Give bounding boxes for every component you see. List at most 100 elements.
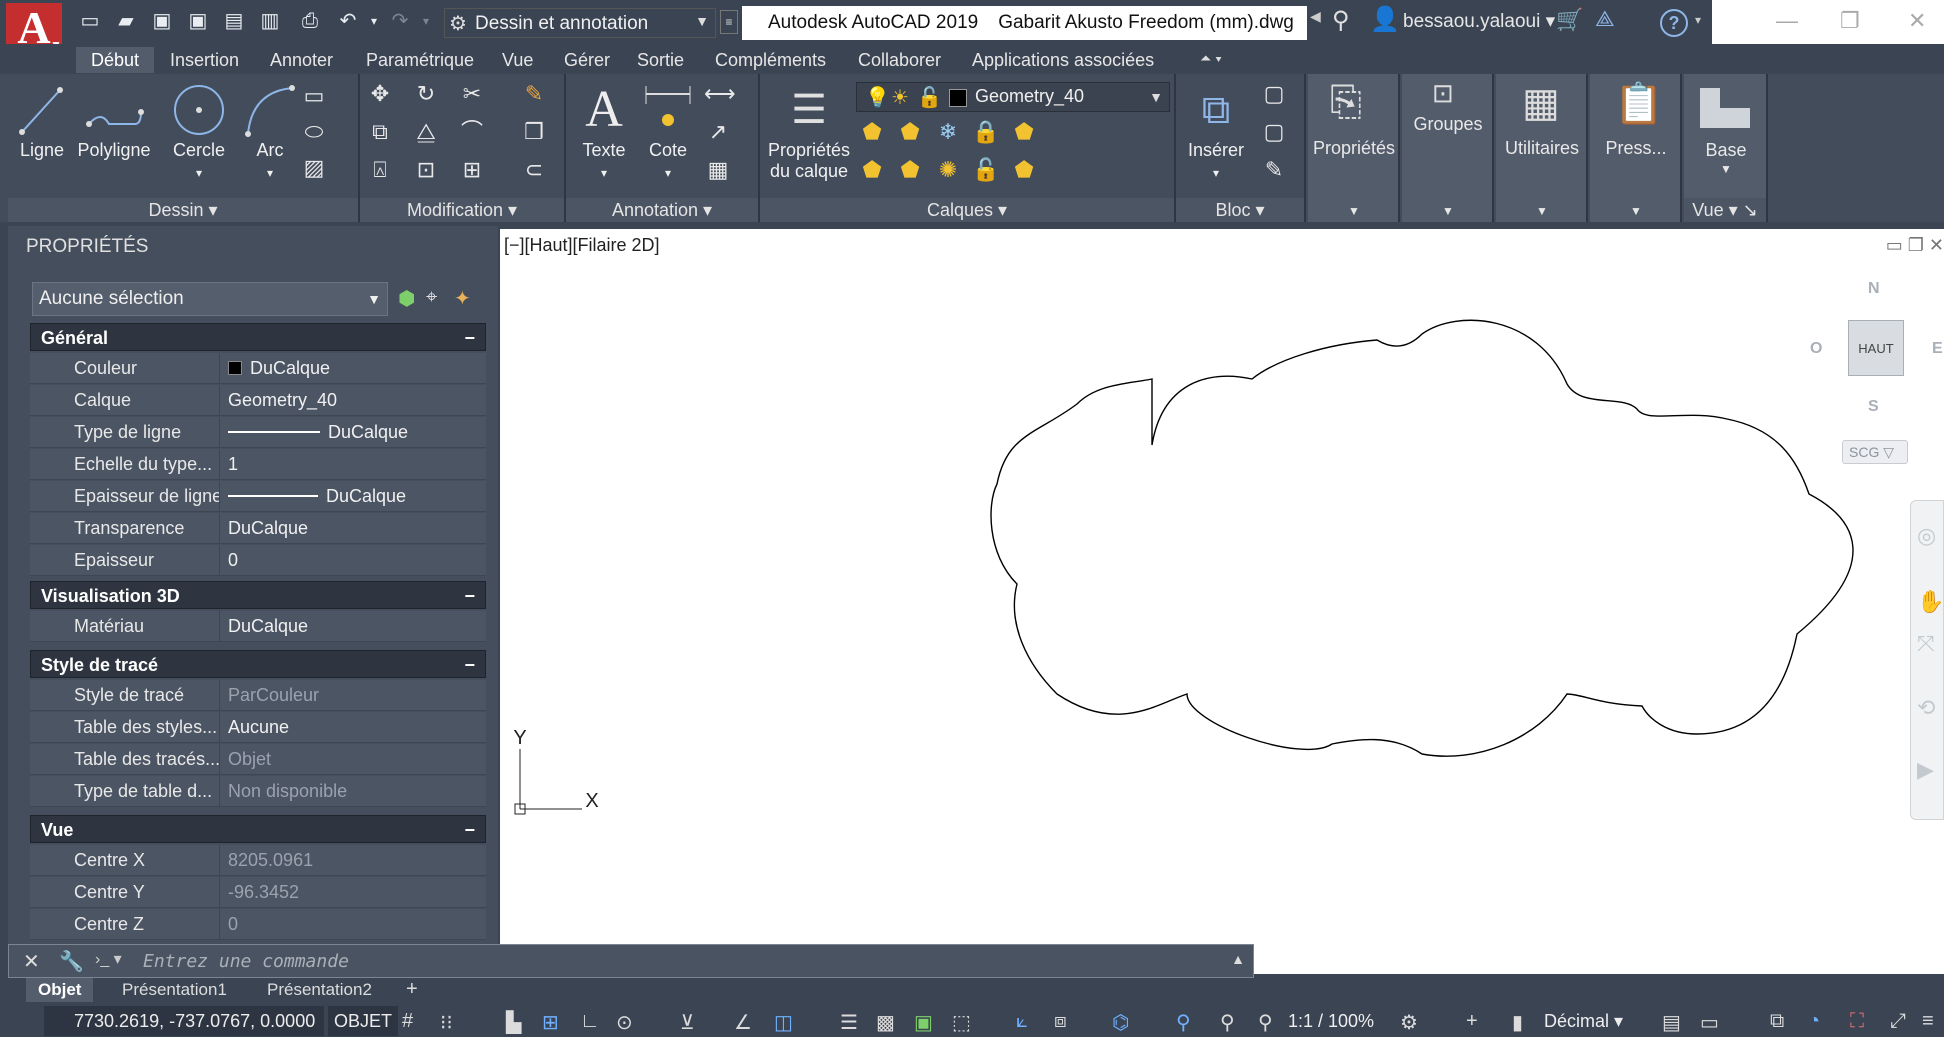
cart-icon[interactable]: 🛒: [1556, 7, 1583, 33]
scale-icon[interactable]: ⊡: [412, 156, 440, 184]
prop-style-trace[interactable]: Style de tracé ParCouleur: [30, 680, 486, 711]
undo-icon[interactable]: ↶: [336, 9, 360, 33]
utilitaires-button[interactable]: ▦ Utilitaires ▼: [1496, 74, 1588, 222]
explode-icon[interactable]: ❒: [520, 118, 548, 146]
layer-unisolate-icon[interactable]: ⬟: [896, 156, 924, 184]
viewcube[interactable]: N S O E HAUT: [1800, 270, 1944, 450]
panel-title-modification[interactable]: Modification ▾: [360, 198, 564, 222]
gear-icon[interactable]: ⚙: [1400, 1010, 1418, 1035]
tab-presentation2[interactable]: Présentation2: [255, 978, 384, 1002]
ortho-icon[interactable]: ∟: [580, 1010, 600, 1033]
showmotion-icon[interactable]: ▶: [1917, 757, 1934, 783]
panel-title-dessin[interactable]: Dessin ▾: [8, 198, 358, 222]
tab-gerer[interactable]: Gérer: [564, 47, 610, 73]
arc-button[interactable]: Arc ▾: [242, 80, 298, 182]
prop-centre-x[interactable]: Centre X 8205.0961: [30, 845, 486, 876]
prop-echelle[interactable]: Echelle du type... 1: [30, 449, 486, 480]
plus-icon[interactable]: +: [1466, 1010, 1478, 1033]
wrench-icon[interactable]: 🔧: [59, 949, 84, 974]
units-icon[interactable]: ▮: [1512, 1010, 1523, 1035]
workspace-selector[interactable]: ⚙ Dessin et annotation ▼: [444, 8, 716, 38]
units-selector[interactable]: Décimal ▾: [1544, 1011, 1623, 1032]
ellipse-icon[interactable]: ⬭: [300, 118, 328, 146]
mirror-icon[interactable]: ⧋: [412, 118, 440, 146]
panel-title-calques[interactable]: Calques ▾: [760, 198, 1174, 222]
compass-north[interactable]: N: [1868, 280, 1880, 298]
section-vue[interactable]: Vue −: [30, 815, 486, 843]
layer-lock-icon[interactable]: 🔒: [972, 118, 1000, 146]
layer-thaw-icon[interactable]: ✺: [934, 156, 962, 184]
orbit-icon[interactable]: ⟲: [1917, 695, 1935, 721]
minimize-ribbon-button[interactable]: ⏶ ▾: [1200, 50, 1222, 67]
lock-ui-icon[interactable]: ▭: [1700, 1010, 1719, 1035]
trim-icon[interactable]: ✂: [458, 80, 486, 108]
selection-filter-icon[interactable]: ⧈: [1054, 1010, 1067, 1033]
isolate-objects-icon[interactable]: ⧉: [1770, 1010, 1784, 1033]
print-icon[interactable]: ⎙: [298, 9, 322, 33]
annotation-scale-icon[interactable]: ⚲: [1258, 1010, 1273, 1035]
edit-attribute-icon[interactable]: ✎: [1260, 156, 1288, 184]
zoom-extents-icon[interactable]: ⤧: [1917, 631, 1935, 657]
toggle-pickadd-icon[interactable]: ⬢: [398, 286, 415, 311]
3d-osnap-icon[interactable]: ⬚: [952, 1010, 971, 1035]
prop-calque[interactable]: Calque Geometry_40: [30, 385, 486, 416]
compass-south[interactable]: S: [1868, 398, 1879, 416]
polar-tracking-icon[interactable]: ⊙: [616, 1010, 633, 1035]
rotate-icon[interactable]: ↻: [412, 80, 440, 108]
panel-title-bloc[interactable]: Bloc ▾: [1176, 198, 1304, 222]
inserer-button[interactable]: ⧉ Insérer ▾: [1184, 80, 1248, 182]
share-icon[interactable]: ▥: [258, 9, 282, 33]
navigation-bar[interactable]: ◎ ✋ ⤧ ⟲ ▶: [1910, 500, 1944, 820]
layer-dropdown[interactable]: 💡 ☀ 🔓 Geometry_40 ▼: [856, 82, 1170, 112]
tab-debut[interactable]: Début: [76, 47, 154, 73]
panel-title-annotation[interactable]: Annotation ▾: [566, 198, 758, 222]
hardware-acceleration-icon[interactable]: ◔: [1808, 1010, 1820, 1033]
tab-collaborer[interactable]: Collaborer: [858, 47, 941, 73]
binoculars-icon[interactable]: ⚲: [1332, 6, 1350, 35]
user-name[interactable]: bessaou.yalaoui ▾: [1403, 10, 1555, 33]
array-icon[interactable]: ⊞: [458, 156, 486, 184]
dynamic-input-icon[interactable]: ⊞: [542, 1010, 559, 1035]
close-icon[interactable]: ✕: [1908, 8, 1926, 34]
move-icon[interactable]: ✥: [366, 80, 394, 108]
command-prompt-icon[interactable]: ›_ ▾: [95, 949, 135, 973]
section-style-trace[interactable]: Style de tracé −: [30, 650, 486, 678]
fillet-icon[interactable]: ⌒: [458, 118, 486, 146]
command-input[interactable]: [143, 947, 1223, 975]
tab-annoter[interactable]: Annoter: [270, 47, 333, 73]
prop-transparence[interactable]: Transparence DuCalque: [30, 513, 486, 544]
viewcube-face[interactable]: HAUT: [1848, 320, 1904, 376]
layer-unlock-icon[interactable]: 🔓: [972, 156, 1000, 184]
offset-icon[interactable]: ⊂: [520, 156, 548, 184]
layer-make-current-icon[interactable]: ⬟: [1010, 118, 1038, 146]
prop-type-table[interactable]: Type de table d... Non disponible: [30, 776, 486, 807]
presse-papiers-button[interactable]: 📋 Press... ▼: [1590, 74, 1682, 222]
linear-dimension-icon[interactable]: ⟷: [704, 80, 736, 108]
base-button[interactable]: Base ▼ Vue ▾ ↘: [1684, 74, 1768, 222]
minimize-icon[interactable]: —: [1776, 8, 1798, 34]
infer-constraints-icon[interactable]: ▙: [506, 1010, 521, 1035]
layer-isolate-icon[interactable]: ⬟: [896, 118, 924, 146]
object-snap-tracking-icon[interactable]: ∠: [734, 1010, 752, 1035]
customize-menu-icon[interactable]: ≡: [1922, 1010, 1934, 1033]
pan-icon[interactable]: ✋: [1917, 589, 1944, 615]
gizmo-icon[interactable]: ⌬: [1112, 1010, 1129, 1035]
quick-properties-icon[interactable]: ▤: [1662, 1010, 1681, 1035]
layer-match-icon[interactable]: ⬟: [1010, 156, 1038, 184]
quick-select-icon[interactable]: ✦: [454, 286, 471, 311]
texte-button[interactable]: A Texte ▾: [576, 80, 632, 182]
prop-centre-z[interactable]: Centre Z0: [30, 909, 486, 940]
stretch-icon[interactable]: ⍓: [366, 156, 394, 184]
clean-screen-icon[interactable]: ⛶: [1850, 1010, 1864, 1033]
cercle-button[interactable]: Cercle ▾: [164, 80, 234, 182]
tab-insertion[interactable]: Insertion: [170, 47, 239, 73]
lineweight-icon[interactable]: ☰: [840, 1010, 858, 1035]
compass-west[interactable]: O: [1810, 340, 1822, 358]
redo-icon[interactable]: ↷: [388, 9, 412, 33]
tab-parametrique[interactable]: Paramétrique: [366, 47, 474, 73]
create-block-icon[interactable]: ▢: [1260, 80, 1288, 108]
prop-couleur[interactable]: Couleur DuCalque: [30, 353, 486, 384]
panel-title-vue[interactable]: Vue ▾ ↘: [1684, 198, 1766, 222]
new-file-icon[interactable]: ▭: [78, 9, 102, 33]
a360-icon[interactable]: ⟁: [1595, 6, 1615, 32]
